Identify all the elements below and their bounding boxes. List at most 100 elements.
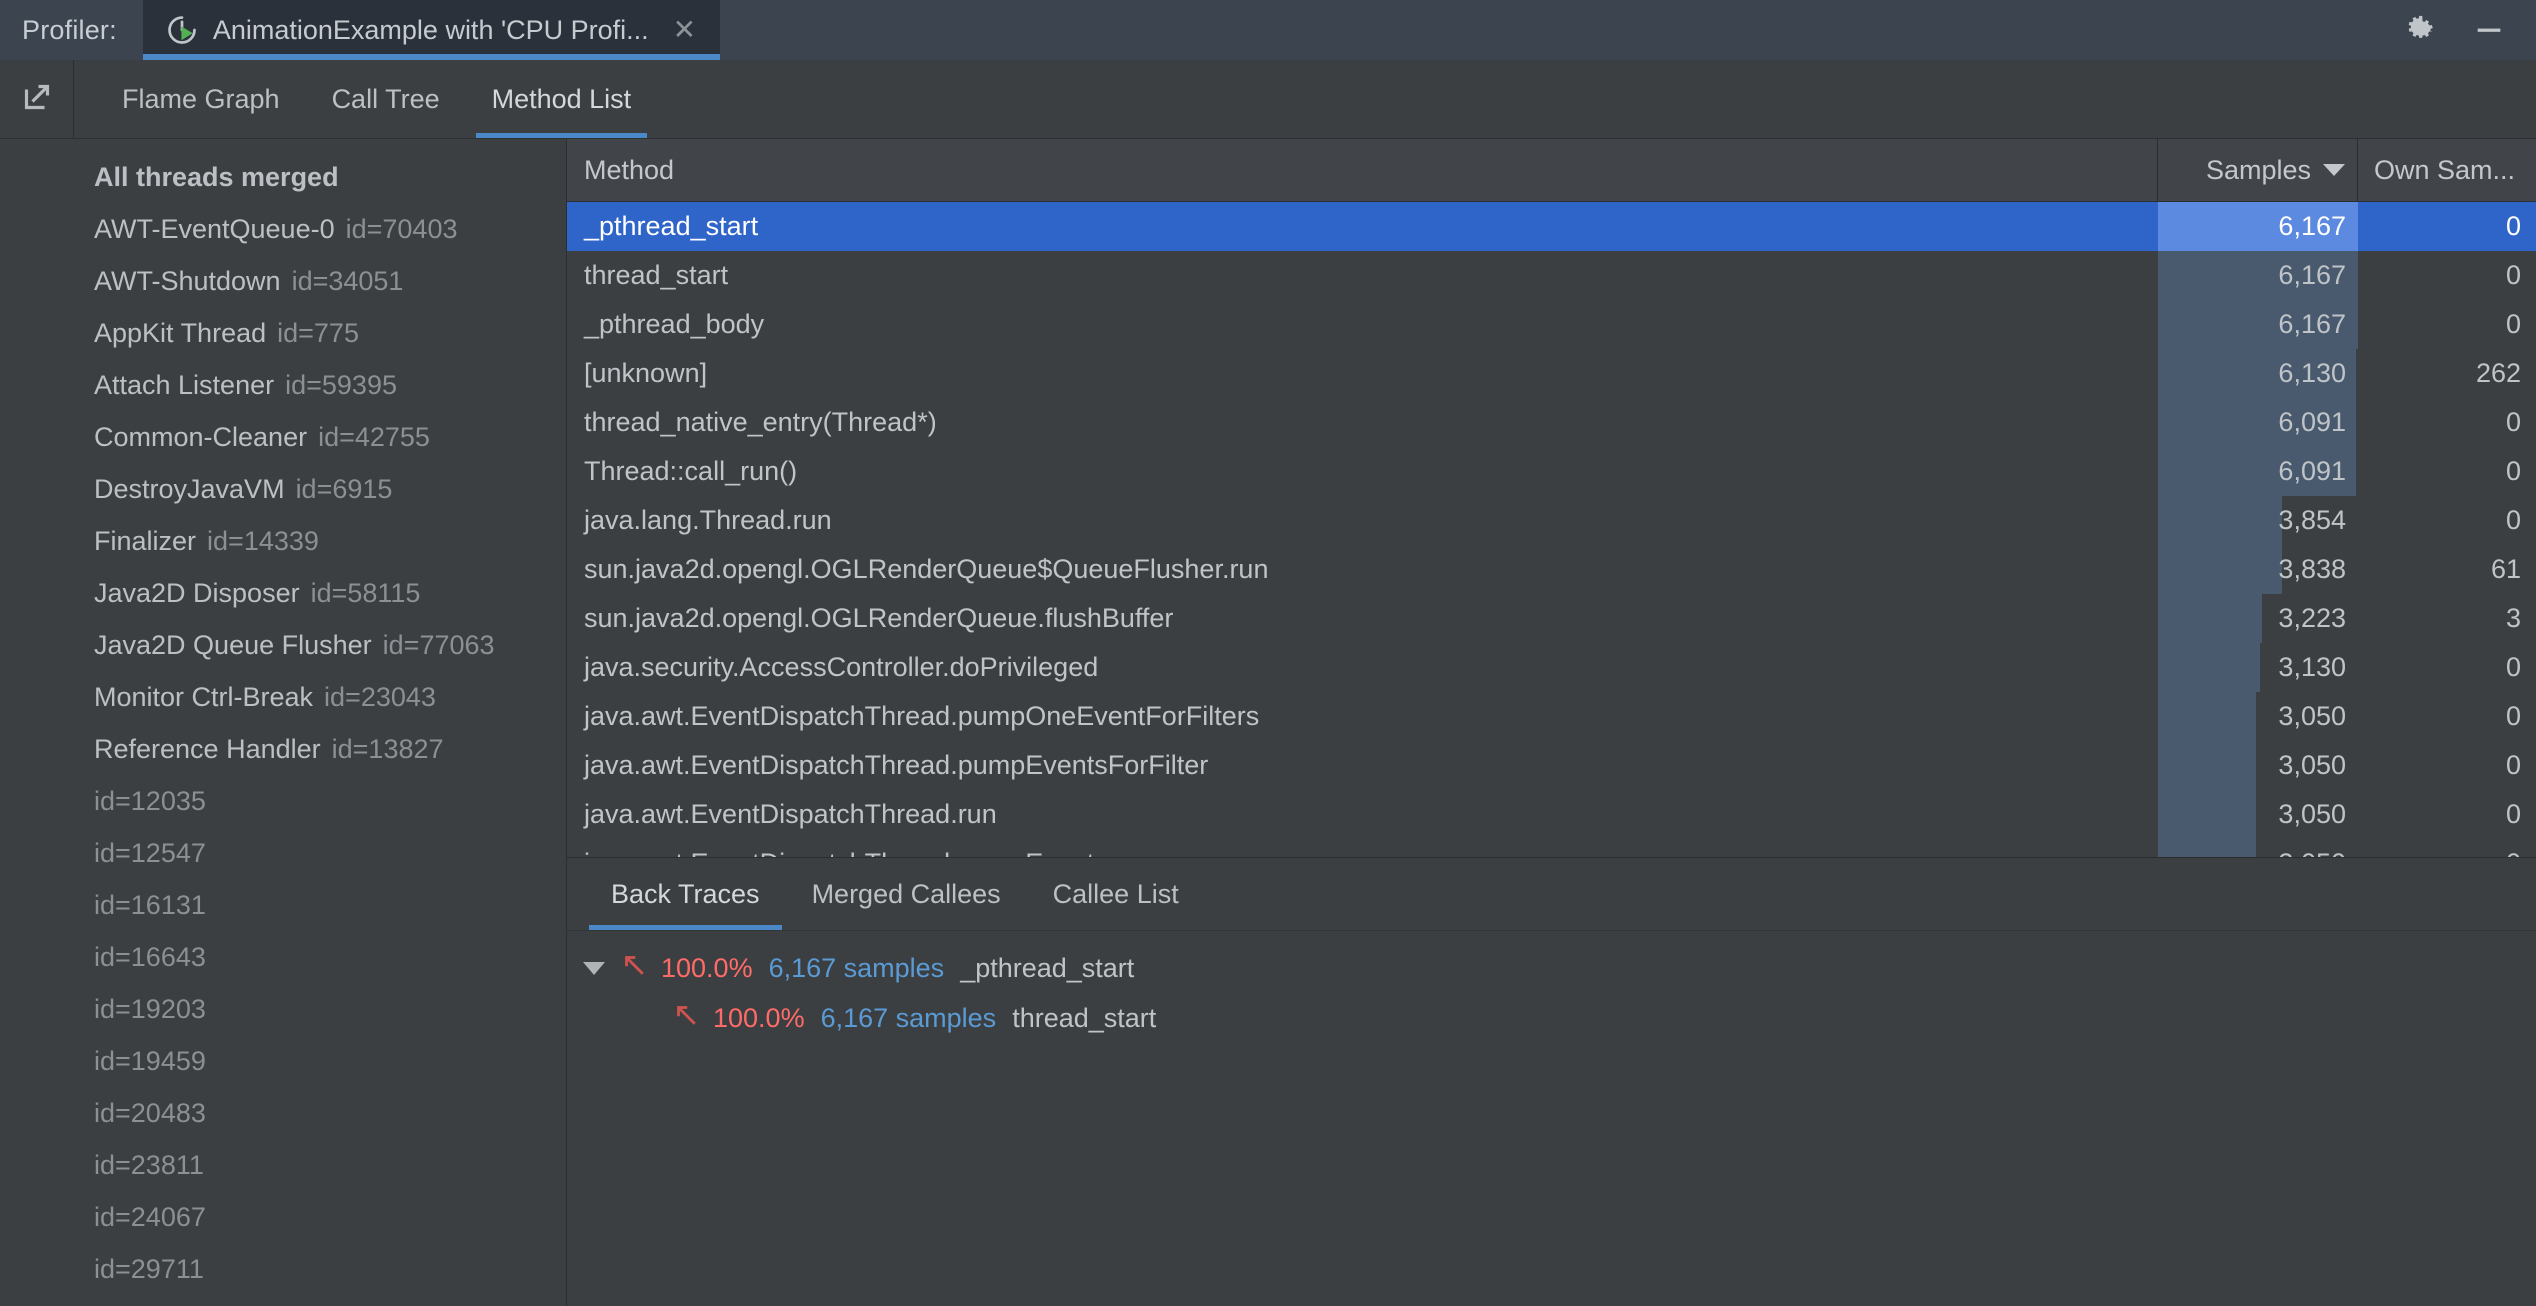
back-traces-tree[interactable]: 100.0% 6,167 samples _pthread_start 100.0% 6… (567, 931, 2536, 1043)
table-row[interactable]: thread_native_entry(Thread*) 6,091 0 (567, 398, 2536, 447)
table-row[interactable]: java.awt.EventDispatchThread.pumpEventsF… (567, 741, 2536, 790)
thread-id: id=29711 (94, 1253, 204, 1284)
thread-list-item[interactable]: AWT-Shutdown id=34051 (0, 255, 566, 307)
tab-method-list[interactable]: Method List (466, 60, 658, 138)
thread-list-item[interactable]: id=29711 (0, 1243, 566, 1295)
column-header-samples[interactable]: Samples (2158, 139, 2358, 201)
samples-value: 6,091 (2278, 407, 2346, 437)
tab-back-traces-label: Back Traces (611, 878, 760, 909)
open-in-new-window-icon[interactable] (19, 79, 55, 120)
table-row[interactable]: java.awt.EventDispatchThread.run 3,050 0 (567, 790, 2536, 839)
samples-bar (2158, 839, 2256, 857)
thread-list-item[interactable]: DestroyJavaVM id=6915 (0, 463, 566, 515)
table-row[interactable]: java.awt.EventDispatchThread.pumpEvents 3… (567, 839, 2536, 857)
tab-flame-graph-label: Flame Graph (122, 83, 280, 114)
thread-list-item[interactable]: Reference Handler id=13827 (0, 723, 566, 775)
arrow-up-left-icon (671, 1000, 713, 1037)
thread-list-item[interactable]: AWT-EventQueue-0 id=70403 (0, 203, 566, 255)
thread-list-item[interactable]: AppKit Thread id=775 (0, 307, 566, 359)
cell-samples: 3,050 (2158, 741, 2358, 790)
column-header-own-samples[interactable]: Own Sam... (2358, 139, 2536, 201)
thread-list-item[interactable]: Java2D Disposer id=58115 (0, 567, 566, 619)
cell-own-samples: 3 (2505, 603, 2521, 633)
left-toolbar (0, 60, 74, 138)
samples-value: 3,223 (2278, 603, 2346, 633)
thread-list-item[interactable]: id=19459 (0, 1035, 566, 1087)
threads-sidebar[interactable]: All threads merged AWT-EventQueue-0 id=704… (0, 139, 567, 1306)
main-tabs: Flame Graph Call Tree Method List (74, 60, 657, 138)
cell-method: [unknown] (584, 358, 708, 388)
thread-name: Attach Listener (94, 369, 275, 400)
samples-value: 3,050 (2278, 750, 2346, 780)
thread-id: id=16131 (94, 889, 206, 920)
thread-name: AWT-EventQueue-0 (94, 213, 335, 244)
samples-bar (2158, 594, 2262, 643)
thread-id: id=12547 (94, 837, 206, 868)
thread-id: id=14339 (207, 525, 319, 556)
table-row[interactable]: Thread::call_run() 6,091 0 (567, 447, 2536, 496)
samples-value: 6,130 (2278, 358, 2346, 388)
thread-id: id=775 (277, 317, 359, 348)
cell-samples: 3,838 (2158, 545, 2358, 594)
table-row[interactable]: thread_start 6,167 0 (567, 251, 2536, 300)
profiler-run-icon (165, 13, 199, 47)
samples-value: 6,167 (2278, 309, 2346, 339)
back-trace-row[interactable]: 100.0% 6,167 samples thread_start (567, 993, 2536, 1043)
thread-id: id=16643 (94, 941, 206, 972)
samples-value: 3,050 (2278, 701, 2346, 731)
table-row[interactable]: java.awt.EventDispatchThread.pumpOneEven… (567, 692, 2536, 741)
thread-list-item[interactable]: All threads merged (0, 151, 566, 203)
thread-id: id=12035 (94, 785, 206, 816)
cell-samples: 6,167 (2158, 202, 2358, 251)
gear-icon[interactable] (2404, 13, 2438, 47)
table-row[interactable]: java.security.AccessController.doPrivile… (567, 643, 2536, 692)
back-trace-row[interactable]: 100.0% 6,167 samples _pthread_start (567, 943, 2536, 993)
cell-own-samples: 0 (2505, 211, 2521, 241)
thread-list-item[interactable]: id=24067 (0, 1191, 566, 1243)
thread-list-item[interactable]: Java2D Queue Flusher id=77063 (0, 619, 566, 671)
thread-id: id=58115 (310, 577, 421, 608)
samples-value: 3,050 (2278, 848, 2346, 857)
close-icon[interactable]: ✕ (667, 14, 702, 46)
thread-list-item[interactable]: id=29955 (0, 1295, 566, 1306)
thread-list-item[interactable]: Finalizer id=14339 (0, 515, 566, 567)
thread-list-item[interactable]: id=23811 (0, 1139, 566, 1191)
minimize-icon[interactable] (2472, 13, 2506, 47)
cell-own-samples: 0 (2505, 701, 2521, 731)
thread-list-item[interactable]: id=19203 (0, 983, 566, 1035)
table-row[interactable]: sun.java2d.opengl.OGLRenderQueue$QueueFl… (567, 545, 2536, 594)
samples-bar (2158, 643, 2260, 692)
thread-list-item[interactable]: Attach Listener id=59395 (0, 359, 566, 411)
table-row[interactable]: _pthread_body 6,167 0 (567, 300, 2536, 349)
tab-callee-list[interactable]: Callee List (1027, 858, 1205, 930)
back-trace-percent: 100.0% (713, 1002, 805, 1033)
cell-samples: 6,167 (2158, 251, 2358, 300)
table-row[interactable]: _pthread_start 6,167 0 (567, 202, 2536, 251)
samples-bar (2158, 692, 2256, 741)
run-configuration-tab[interactable]: AnimationExample with 'CPU Profi... ✕ (142, 0, 721, 60)
thread-list-item[interactable]: Monitor Ctrl-Break id=23043 (0, 671, 566, 723)
table-row[interactable]: java.lang.Thread.run 3,854 0 (567, 496, 2536, 545)
cell-method: thread_start (584, 260, 729, 290)
table-row[interactable]: [unknown] 6,130 262 (567, 349, 2536, 398)
thread-list-item[interactable]: id=16643 (0, 931, 566, 983)
back-trace-samples: 6,167 samples (768, 952, 945, 983)
table-row[interactable]: sun.java2d.opengl.OGLRenderQueue.flushBu… (567, 594, 2536, 643)
tab-flame-graph[interactable]: Flame Graph (96, 60, 306, 138)
method-table-header: Method Samples Own Sam... (567, 139, 2536, 202)
column-header-method[interactable]: Method (567, 139, 2158, 201)
thread-list-item[interactable]: Common-Cleaner id=42755 (0, 411, 566, 463)
thread-list-item[interactable]: id=20483 (0, 1087, 566, 1139)
thread-name: All threads merged (94, 161, 339, 192)
tab-back-traces[interactable]: Back Traces (585, 858, 786, 930)
samples-value: 6,091 (2278, 456, 2346, 486)
method-table-body[interactable]: _pthread_start 6,167 0 thread_start 6,167 0 _p… (567, 202, 2536, 857)
thread-list-item[interactable]: id=12547 (0, 827, 566, 879)
tab-merged-callees[interactable]: Merged Callees (786, 858, 1027, 930)
thread-list-item[interactable]: id=16131 (0, 879, 566, 931)
profiler-window: Profiler: AnimationExample with 'CPU Pro… (0, 0, 2536, 1306)
tab-call-tree[interactable]: Call Tree (306, 60, 466, 138)
thread-list-item[interactable]: id=12035 (0, 775, 566, 827)
expand-triangle-icon[interactable] (583, 961, 605, 975)
